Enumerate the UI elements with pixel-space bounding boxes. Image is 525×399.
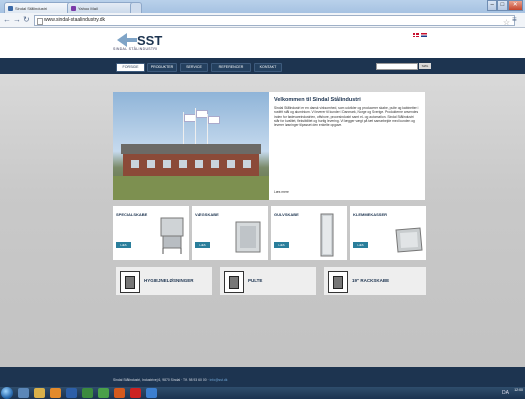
main-menu: FORSIDE PRODUKTER SERVICE REFERENCER KON… bbox=[0, 58, 525, 74]
secondary-card-rackskabe[interactable]: 19" RACKSKABE bbox=[324, 267, 426, 295]
web-page: SST SINDAL STÅLINDUSTRI FORSIDE PRODUKTE… bbox=[0, 28, 525, 395]
menu-item-produkter[interactable]: PRODUKTER bbox=[147, 63, 177, 72]
category-card-klemmekasser[interactable]: KLEMMEKASSER LÆS MERE bbox=[350, 206, 426, 260]
menu-item-service[interactable]: SERVICE bbox=[180, 63, 208, 72]
excel-icon[interactable] bbox=[82, 388, 93, 398]
floor-cabinet-image bbox=[320, 213, 334, 257]
site-header: SST SINDAL STÅLINDUSTRI bbox=[0, 28, 525, 58]
logo-mark-icon: SST bbox=[117, 33, 162, 48]
rack-icon bbox=[328, 271, 348, 293]
card-title: GULVSKABE bbox=[274, 212, 299, 217]
company-building-photo bbox=[113, 92, 269, 200]
search-input[interactable] bbox=[376, 63, 418, 70]
browser-toolbar: ← → ↻ www.sindal-staalindustry.dk ☆ ≡ bbox=[0, 13, 525, 28]
language-flag-icon[interactable] bbox=[421, 33, 427, 37]
favicon-icon bbox=[71, 6, 76, 11]
clock[interactable]: 12:00 bbox=[514, 388, 523, 393]
explorer-icon[interactable] bbox=[18, 388, 29, 398]
address-bar[interactable]: www.sindal-staalindustry.dk ☆ bbox=[34, 15, 515, 27]
start-button[interactable] bbox=[1, 387, 13, 399]
chrome-icon[interactable] bbox=[98, 388, 109, 398]
windows-taskbar: DA 12:00 bbox=[0, 387, 525, 399]
category-card-vaegskabe[interactable]: VÆGSKABE LÆS MERE bbox=[192, 206, 268, 260]
footer-text: Sindal Stålindustri, Industrivej 6, 9870… bbox=[113, 378, 227, 382]
menu-item-kontakt[interactable]: KONTAKT bbox=[254, 63, 282, 72]
wrench-menu-icon[interactable]: ≡ bbox=[512, 15, 517, 25]
cabinet-image bbox=[160, 217, 184, 254]
favicon-icon bbox=[8, 6, 13, 11]
logo-tagline: SINDAL STÅLINDUSTRI bbox=[113, 47, 158, 51]
minimize-button[interactable]: – bbox=[487, 0, 498, 11]
card-title: 19" RACKSKABE bbox=[352, 278, 390, 283]
search-button[interactable]: SØG bbox=[419, 63, 431, 69]
reload-icon[interactable]: ↻ bbox=[23, 15, 30, 25]
opera-icon[interactable] bbox=[130, 388, 141, 398]
wall-cabinet-image bbox=[235, 221, 261, 253]
card-title: PULTE bbox=[248, 278, 263, 283]
category-card-gulvskabe[interactable]: GULVSKABE LÆS MERE bbox=[271, 206, 347, 260]
read-more-button[interactable]: LÆS MERE bbox=[195, 242, 210, 253]
bookmark-star-icon[interactable]: ☆ bbox=[503, 18, 510, 27]
card-title: KLEMMEKASSER bbox=[353, 212, 388, 217]
svg-text:SST: SST bbox=[137, 33, 162, 48]
card-title: SPECIALSKABE bbox=[116, 212, 148, 217]
folder-icon[interactable] bbox=[34, 388, 45, 398]
browser-tab-bar: Sindal Stålindustri × Yahoo Mail × – □ ✕ bbox=[0, 0, 525, 14]
hero-body: Sindal Stålindustri er en dansk virksomh… bbox=[274, 106, 419, 128]
read-more-button[interactable]: LÆS MERE bbox=[274, 242, 289, 253]
secondary-card-pulte[interactable]: PULTE bbox=[220, 267, 316, 295]
window-controls: – □ ✕ bbox=[487, 0, 523, 11]
lawn bbox=[113, 176, 269, 200]
menu-item-forside[interactable]: FORSIDE bbox=[116, 63, 145, 72]
category-card-specialskabe[interactable]: SPECIALSKABE LÆS MERE bbox=[113, 206, 189, 260]
page-icon bbox=[37, 18, 43, 25]
maximize-button[interactable]: □ bbox=[497, 0, 508, 11]
hero-title: Velkommen til Sindal Stålindustri bbox=[274, 97, 361, 103]
back-arrow-icon[interactable]: ← bbox=[3, 15, 11, 25]
desk-icon bbox=[224, 271, 244, 293]
close-window-button[interactable]: ✕ bbox=[507, 0, 523, 11]
forward-arrow-icon[interactable]: → bbox=[13, 15, 21, 25]
card-title: HYGIEJNELØSNINGER bbox=[144, 278, 194, 283]
system-tray[interactable]: DA bbox=[502, 390, 509, 396]
tab-title: Sindal Stålindustri bbox=[15, 6, 48, 11]
firefox-icon[interactable] bbox=[114, 388, 125, 398]
card-title: VÆGSKABE bbox=[195, 212, 219, 217]
read-more-button[interactable]: LÆS MERE bbox=[116, 242, 131, 253]
hygiene-icon bbox=[120, 271, 140, 293]
ie-icon[interactable] bbox=[146, 388, 157, 398]
secondary-card-hygiejne[interactable]: HYGIEJNELØSNINGER bbox=[116, 267, 212, 295]
hero-panel: Velkommen til Sindal Stålindustri Sindal… bbox=[113, 92, 425, 200]
read-more-button[interactable]: LÆS MERE bbox=[353, 242, 368, 253]
footer-address: Sindal Stålindustri, Industrivej 6, 9870… bbox=[113, 378, 210, 382]
terminal-box-image bbox=[395, 227, 423, 253]
tab-title: Yahoo Mail bbox=[78, 6, 98, 11]
site-logo[interactable]: SST SINDAL STÅLINDUSTRI bbox=[113, 32, 165, 54]
building-roof bbox=[121, 144, 261, 154]
flag-image bbox=[208, 116, 220, 124]
footer-email-link[interactable]: info@sst.dk bbox=[210, 378, 228, 382]
media-player-icon[interactable] bbox=[50, 388, 61, 398]
word-icon[interactable] bbox=[66, 388, 77, 398]
danish-flag-icon[interactable] bbox=[413, 33, 419, 37]
menu-item-referencer[interactable]: REFERENCER bbox=[211, 63, 251, 72]
building bbox=[123, 154, 259, 176]
url-text: www.sindal-staalindustry.dk bbox=[44, 17, 106, 23]
read-more-link[interactable]: Læs mere bbox=[274, 190, 289, 194]
